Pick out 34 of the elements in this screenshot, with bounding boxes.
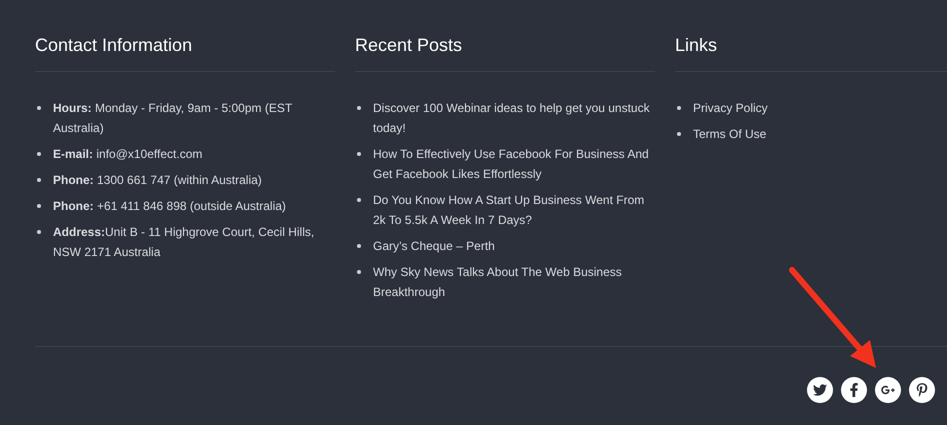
bird-icon [813, 383, 827, 397]
bird-button[interactable] [807, 377, 833, 403]
footer-link[interactable]: Why Sky News Talks About The Web Business Breakthrough [373, 262, 655, 302]
bullet [37, 152, 41, 156]
bullet [357, 152, 361, 156]
bullet [37, 204, 41, 208]
footer-link[interactable]: Terms Of Use [693, 124, 766, 144]
section-heading: Links [675, 34, 947, 72]
bullet [357, 106, 361, 110]
bullet [677, 132, 681, 136]
footer-link[interactable]: Do You Know How A Start Up Business Went From 2k To 5.5k A Week In 7 Days? [373, 190, 655, 230]
google-plus-icon [881, 383, 895, 397]
bullet [37, 178, 41, 182]
footer-link[interactable]: Gary’s Cheque – Perth [373, 236, 495, 256]
footer-link[interactable]: Discover 100 Webinar ideas to help get you unstuck today! [373, 98, 655, 138]
footer-link[interactable]: How To Effectively Use Facebook For Business And Get Facebook Likes Effortlessly [373, 144, 655, 184]
contact-detail: Phone: 1300 661 747 (within Australia) [53, 172, 262, 189]
contact-detail: Phone: +61 411 846 898 (outside Australia) [53, 198, 286, 215]
pinterest-button[interactable] [909, 377, 935, 403]
bullet [357, 270, 361, 274]
contact-detail: Address:Unit B - 11 Highgrove Court, Cecil Hills, NSW 2171 Australia [53, 224, 316, 261]
bullet [37, 230, 41, 234]
contact-detail: Hours: Monday - Friday, 9am - 5:00pm (EST Australia) [53, 100, 293, 137]
bullet [357, 198, 361, 202]
pinterest-icon [915, 383, 929, 397]
section-heading: Contact Information [35, 34, 335, 72]
bullet [37, 106, 41, 110]
google-plus-button[interactable] [875, 377, 901, 403]
section-heading: Recent Posts [355, 34, 655, 72]
facebook-button[interactable] [841, 377, 867, 403]
bullet [357, 244, 361, 248]
bullet [677, 106, 681, 110]
contact-detail: E-mail: info@x10effect.com [53, 146, 202, 163]
footer-link[interactable]: Privacy Policy [693, 98, 768, 118]
